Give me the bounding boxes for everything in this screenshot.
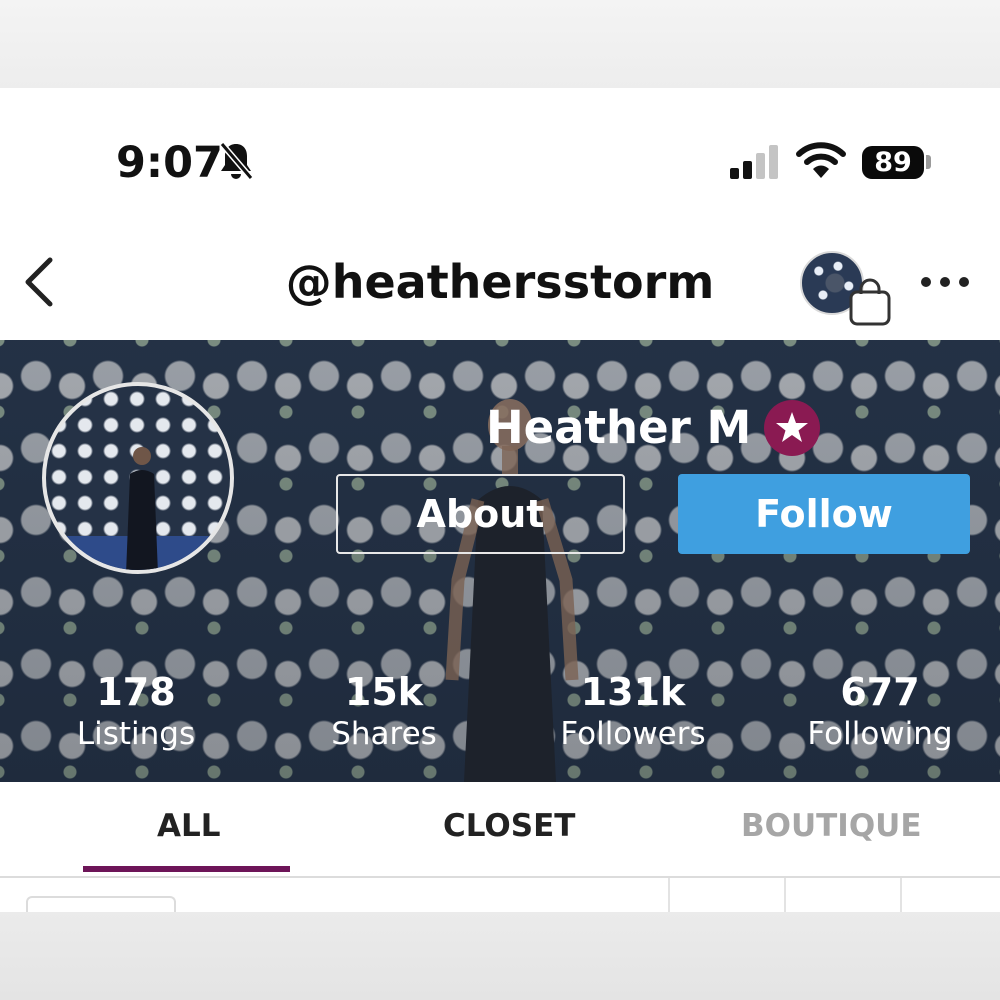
listing-filter-strip — [0, 878, 1000, 912]
screenshot-bottom-margin — [0, 912, 1000, 1000]
phone-screen: 9:07 89 @heathersstorm Heather M About F… — [0, 0, 1000, 912]
stat-label: Listings — [76, 716, 196, 752]
star-badge-icon — [764, 400, 820, 456]
stat-shares[interactable]: 15k Shares — [284, 670, 484, 754]
filter-chip[interactable] — [26, 896, 176, 912]
grid-divider — [784, 878, 786, 912]
stat-value: 677 — [840, 670, 920, 714]
shopping-bag-icon[interactable] — [848, 278, 892, 330]
tab-all[interactable]: ALL — [157, 806, 221, 846]
cover-photo: Heather M About Follow 178 Listings 15k … — [0, 340, 1000, 782]
grid-divider — [900, 878, 902, 912]
display-name: Heather M — [486, 401, 752, 454]
grid-divider — [668, 878, 670, 912]
stat-label: Followers — [560, 716, 706, 752]
stat-value: 15k — [344, 670, 424, 714]
battery-nub — [926, 155, 931, 169]
closet-tabs: ALL CLOSET BOUTIQUE — [0, 782, 1000, 878]
stat-label: Following — [807, 716, 953, 752]
follow-button[interactable]: Follow — [678, 474, 970, 554]
battery-level: 89 — [874, 147, 912, 178]
profile-picture-figure — [126, 447, 158, 570]
back-button[interactable] — [20, 254, 60, 310]
profile-handle-title: @heathersstorm — [285, 255, 715, 309]
stat-following[interactable]: 677 Following — [780, 670, 980, 754]
stat-followers[interactable]: 131k Followers — [533, 670, 733, 754]
active-tab-indicator — [83, 866, 290, 872]
more-dots-icon — [921, 277, 969, 287]
wifi-icon — [796, 142, 846, 184]
about-button[interactable]: About — [336, 474, 625, 554]
stat-listings[interactable]: 178 Listings — [36, 670, 236, 754]
stat-value: 178 — [96, 670, 176, 714]
back-chevron-icon — [25, 257, 53, 307]
profile-picture[interactable] — [42, 382, 234, 574]
status-time: 9:07 — [116, 138, 223, 188]
more-options-button[interactable] — [918, 270, 974, 294]
battery-icon: 89 — [862, 146, 924, 179]
stat-value: 131k — [580, 670, 686, 714]
bell-slash-icon — [218, 140, 254, 186]
stat-label: Shares — [331, 716, 437, 752]
cellular-signal-icon — [730, 144, 782, 184]
tab-closet[interactable]: CLOSET — [443, 806, 575, 846]
tab-boutique[interactable]: BOUTIQUE — [741, 806, 922, 846]
